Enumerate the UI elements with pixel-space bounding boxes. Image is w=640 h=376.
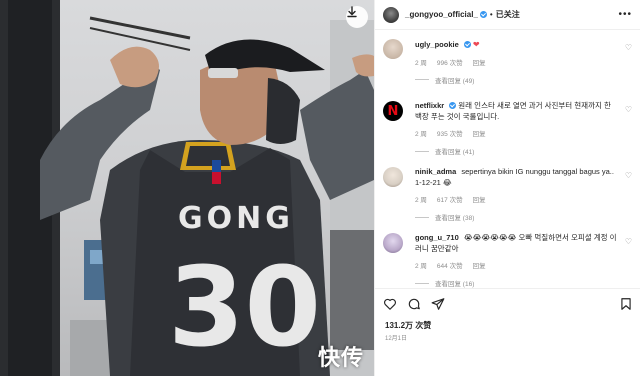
post-like-count[interactable]: 131.2万 次赞	[385, 320, 431, 331]
comment-likes[interactable]: 617 次赞	[437, 194, 463, 204]
comment-meta: 2 周 935 次赞 回复	[415, 128, 618, 138]
more-options-icon[interactable]: •••	[618, 9, 632, 20]
comment-item: gong_u_710 😭😭😭😭😭😭 오빠 먹질하면서 오피셜 계정 이러니 꿈만…	[375, 224, 640, 288]
comment-likes[interactable]: 996 次赞	[437, 57, 463, 67]
commenter-username[interactable]: ninik_adma	[415, 167, 456, 176]
comment-like-icon[interactable]: ♡	[625, 171, 632, 180]
replies-divider	[415, 79, 429, 80]
comment-text: netflixkr 원래 인스타 새로 열면 과거 사진부터 현재까지 한 백장…	[415, 101, 618, 122]
verified-badge-icon	[449, 102, 457, 109]
replies-divider	[415, 282, 429, 284]
view-replies-label: 查看回复 (49)	[435, 77, 475, 85]
author-username[interactable]: _gongyoo_official_	[405, 10, 478, 19]
post-date: 12月1日	[385, 336, 408, 342]
comment-likes[interactable]: 935 次赞	[437, 128, 463, 138]
post-side-panel: _gongyoo_official_ • 已关注 ••• ugly_pookie…	[374, 0, 640, 376]
comment-likes[interactable]: 644 次赞	[437, 260, 463, 270]
reply-button[interactable]: 回复	[473, 57, 486, 67]
follow-status-button[interactable]: 已关注	[496, 9, 520, 20]
view-replies-label: 查看回复 (41)	[435, 149, 475, 156]
view-replies-button[interactable]: 查看回复 (41)	[415, 146, 618, 156]
reply-button[interactable]: 回复	[473, 128, 486, 138]
reply-button[interactable]: 回复	[473, 260, 486, 270]
comment-text: ninik_adma sepertinya bikin IG nunggu ta…	[415, 167, 618, 188]
comment-time: 2 周	[415, 197, 427, 204]
commenter-username[interactable]: ugly_pookie	[415, 40, 459, 49]
comment-meta: 2 周 644 次赞 回复	[415, 260, 618, 270]
commenter-username[interactable]: gong_u_710	[415, 233, 459, 242]
comment-like-icon[interactable]: ♡	[625, 43, 632, 52]
watermark-text: 快传	[318, 346, 365, 371]
comment-like-icon[interactable]: ♡	[625, 237, 632, 246]
header-separator: •	[489, 10, 493, 19]
view-replies-label: 查看回复 (38)	[435, 215, 475, 222]
comment-meta: 2 周 617 次赞 回复	[415, 194, 618, 204]
comment-body: 원래 인스타 새로 열면 과거 사진부터 현재까지 한 백장 푸는 것이 국룰입…	[415, 101, 611, 121]
commenter-avatar[interactable]	[383, 167, 403, 187]
view-replies-label: 查看回复 (16)	[435, 281, 475, 288]
commenter-avatar[interactable]	[383, 233, 403, 253]
comment-time: 2 周	[415, 59, 427, 67]
comment-item: ugly_pookie ❤ 2 周 996 次赞 回复 查看回复 (49) ♡	[375, 30, 640, 92]
download-icon	[347, 6, 357, 18]
verified-badge-icon	[463, 41, 471, 48]
replies-divider	[415, 216, 429, 218]
post-photo-illustration: GONG 30	[0, 0, 374, 376]
jersey-name-text: GONG	[178, 201, 294, 236]
view-replies-button[interactable]: 查看回复 (16)	[415, 278, 618, 288]
post-photo[interactable]: GONG 30 快传	[0, 0, 374, 376]
netflix-logo-icon: N	[387, 103, 399, 119]
view-replies-button[interactable]: 查看回复 (49)	[415, 75, 618, 85]
verified-badge-icon	[479, 11, 487, 18]
comment-text: ugly_pookie ❤	[415, 39, 618, 51]
commenter-avatar[interactable]	[383, 39, 403, 59]
paper-plane-icon[interactable]	[431, 297, 445, 311]
post-actions-bar	[375, 288, 640, 318]
comment-item: ninik_adma sepertinya bikin IG nunggu ta…	[375, 158, 640, 224]
commenter-username[interactable]: netflixkr	[415, 101, 444, 110]
reply-button[interactable]: 回复	[473, 194, 486, 204]
comment-meta: 2 周 996 次赞 回复	[415, 57, 618, 67]
comment-item: N netflixkr 원래 인스타 새로 열면 과거 사진부터 현재까지 한 …	[375, 92, 640, 158]
comment-text: gong_u_710 😭😭😭😭😭😭 오빠 먹질하면서 오피셜 계정 이러니 꿈만…	[415, 233, 618, 254]
comment-like-icon[interactable]: ♡	[625, 105, 632, 114]
post-header: _gongyoo_official_ • 已关注 •••	[375, 0, 640, 30]
author-avatar[interactable]	[383, 6, 399, 23]
download-button[interactable]	[346, 6, 368, 28]
jersey-number-text: 30	[168, 243, 321, 371]
bookmark-icon[interactable]	[619, 297, 633, 311]
replies-divider	[415, 150, 429, 152]
comment-list[interactable]: ugly_pookie ❤ 2 周 996 次赞 回复 查看回复 (49) ♡ …	[375, 30, 640, 288]
comment-time: 2 周	[415, 263, 427, 270]
heart-outline-icon[interactable]	[383, 297, 397, 311]
comment-bubble-icon[interactable]	[407, 297, 421, 311]
red-heart-icon: ❤	[472, 40, 480, 49]
view-replies-button[interactable]: 查看回复 (38)	[415, 212, 618, 222]
commenter-avatar[interactable]: N	[383, 101, 403, 121]
comment-time: 2 周	[415, 131, 427, 138]
